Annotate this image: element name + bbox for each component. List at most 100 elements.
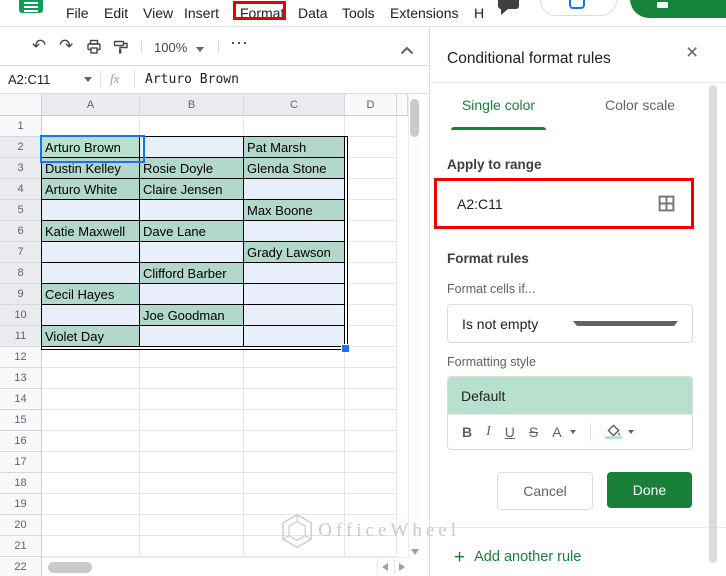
fill-color-caret-icon[interactable] <box>627 429 634 434</box>
cell-C18[interactable] <box>244 473 345 494</box>
horizontal-scrollbar-thumb[interactable] <box>48 562 92 573</box>
cell-B11[interactable] <box>140 326 244 347</box>
horizontal-scrollbar[interactable] <box>42 557 408 576</box>
cell-B14[interactable] <box>140 389 244 410</box>
cell-D4[interactable] <box>345 179 397 200</box>
row-header-3[interactable]: 3 <box>0 158 42 179</box>
row-header-19[interactable]: 19 <box>0 494 42 515</box>
comments-icon[interactable] <box>498 0 519 9</box>
scroll-left-arrow-icon[interactable] <box>382 563 388 571</box>
text-color-icon[interactable]: A <box>552 424 561 440</box>
row-header-7[interactable]: 7 <box>0 242 42 263</box>
add-another-rule-button[interactable]: + Add another rule <box>454 545 581 569</box>
range-input[interactable]: A2:C11 <box>457 196 658 212</box>
cell-A4[interactable]: Arturo White <box>42 179 140 200</box>
row-header-2[interactable]: 2 <box>0 137 42 158</box>
formula-input[interactable]: Arturo Brown <box>145 72 239 87</box>
more-toolbar-icon[interactable]: ⋯ <box>230 34 248 52</box>
menu-file[interactable]: File <box>66 5 89 21</box>
cell-A7[interactable] <box>42 242 140 263</box>
row-header-9[interactable]: 9 <box>0 284 42 305</box>
cell-B9[interactable] <box>140 284 244 305</box>
cell-C13[interactable] <box>244 368 345 389</box>
cell-C11[interactable] <box>244 326 345 347</box>
cell-C12[interactable] <box>244 347 345 368</box>
scroll-down-arrow-icon[interactable] <box>411 549 419 555</box>
grid-corner-box[interactable] <box>0 94 42 116</box>
row-header-11[interactable]: 11 <box>0 326 42 347</box>
cell-A10[interactable] <box>42 305 140 326</box>
menu-insert[interactable]: Insert <box>184 5 219 21</box>
cell-D10[interactable] <box>345 305 397 326</box>
cell-B8[interactable]: Clifford Barber <box>140 263 244 284</box>
cell-C6[interactable] <box>244 221 345 242</box>
row-header-15[interactable]: 15 <box>0 410 42 431</box>
cell-A5[interactable] <box>42 200 140 221</box>
cell-D11[interactable] <box>345 326 397 347</box>
cell-B1[interactable] <box>140 116 244 137</box>
cell-D14[interactable] <box>345 389 397 410</box>
collapse-toolbar-icon[interactable] <box>400 41 414 59</box>
cell-A20[interactable] <box>42 515 140 536</box>
cell-A13[interactable] <box>42 368 140 389</box>
cell-D1[interactable] <box>345 116 397 137</box>
selection-fill-handle[interactable] <box>341 344 350 353</box>
vertical-scrollbar-thumb[interactable] <box>410 99 419 137</box>
cell-A21[interactable] <box>42 536 140 557</box>
cell-B20[interactable] <box>140 515 244 536</box>
menu-edit[interactable]: Edit <box>104 5 128 21</box>
row-header-13[interactable]: 13 <box>0 368 42 389</box>
row-header-5[interactable]: 5 <box>0 200 42 221</box>
cell-A1[interactable] <box>42 116 140 137</box>
row-header-8[interactable]: 8 <box>0 263 42 284</box>
cell-A19[interactable] <box>42 494 140 515</box>
italic-icon[interactable]: I <box>486 424 491 440</box>
row-header-18[interactable]: 18 <box>0 473 42 494</box>
row-header-12[interactable]: 12 <box>0 347 42 368</box>
row-header-6[interactable]: 6 <box>0 221 42 242</box>
redo-icon[interactable]: ↷ <box>59 37 73 55</box>
row-header-17[interactable]: 17 <box>0 452 42 473</box>
cell-B10[interactable]: Joe Goodman <box>140 305 244 326</box>
cell-D18[interactable] <box>345 473 397 494</box>
cell-A18[interactable] <box>42 473 140 494</box>
cell-C8[interactable] <box>244 263 345 284</box>
cell-C4[interactable] <box>244 179 345 200</box>
cell-B4[interactable]: Claire Jensen <box>140 179 244 200</box>
cell-D16[interactable] <box>345 431 397 452</box>
cell-D6[interactable] <box>345 221 397 242</box>
menu-tools[interactable]: Tools <box>342 5 375 21</box>
cell-D7[interactable] <box>345 242 397 263</box>
cell-D20[interactable] <box>345 515 397 536</box>
row-header-10[interactable]: 10 <box>0 305 42 326</box>
paint-format-icon[interactable] <box>113 39 129 59</box>
sheets-logo-icon[interactable] <box>19 0 43 13</box>
zoom-level[interactable]: 100% <box>154 40 187 55</box>
spreadsheet-grid[interactable]: A B C D 1 2 Arturo Brown Pat Marsh 3 Dustin Kelle… <box>0 94 408 576</box>
menu-view[interactable]: View <box>143 5 173 21</box>
menu-h[interactable]: H <box>474 5 484 21</box>
cell-C21[interactable] <box>244 536 345 557</box>
cell-C7[interactable]: Grady Lawson <box>244 242 345 263</box>
cell-B5[interactable] <box>140 200 244 221</box>
cell-A3[interactable]: Dustin Kelley <box>42 158 140 179</box>
cell-C2[interactable]: Pat Marsh <box>244 137 345 158</box>
cell-B2[interactable] <box>140 137 244 158</box>
name-box[interactable]: A2:C11 <box>8 72 50 87</box>
cell-C1[interactable] <box>244 116 345 137</box>
cell-C15[interactable] <box>244 410 345 431</box>
text-color-caret-icon[interactable] <box>569 429 576 434</box>
cell-A2[interactable]: Arturo Brown <box>42 137 140 158</box>
cell-D13[interactable] <box>345 368 397 389</box>
cell-A6[interactable]: Katie Maxwell <box>42 221 140 242</box>
cell-B17[interactable] <box>140 452 244 473</box>
select-data-range-grid-icon[interactable] <box>658 195 675 212</box>
cell-C14[interactable] <box>244 389 345 410</box>
cell-B15[interactable] <box>140 410 244 431</box>
print-icon[interactable] <box>86 39 102 59</box>
cell-C3[interactable]: Glenda Stone <box>244 158 345 179</box>
menu-data[interactable]: Data <box>298 5 328 21</box>
close-panel-icon[interactable]: × <box>686 41 698 65</box>
row-header-21[interactable]: 21 <box>0 536 42 557</box>
strikethrough-icon[interactable]: S <box>529 424 538 440</box>
